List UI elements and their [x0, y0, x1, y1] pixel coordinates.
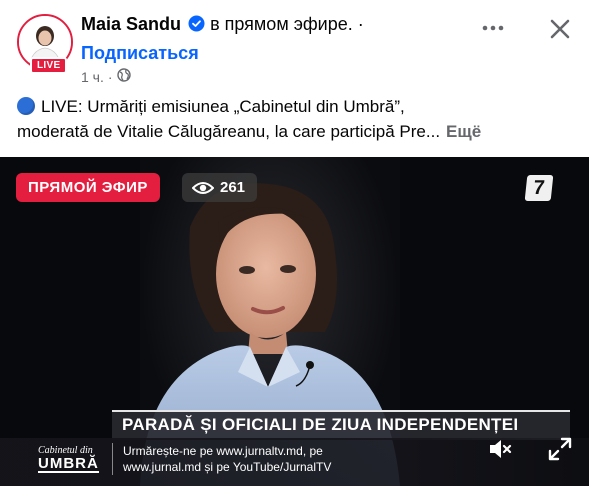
more-options-button[interactable] — [478, 16, 508, 40]
channel-logo: 7 — [524, 175, 554, 201]
separator: · — [357, 14, 364, 34]
fullscreen-icon — [548, 437, 572, 461]
post-meta: 1 ч. · — [81, 68, 131, 85]
show-logo: Cabinetul din UMBRĂ — [38, 445, 99, 473]
live-tag: ПРЯМОЙ ЭФИР — [16, 173, 160, 202]
post-text: LIVE: Urmăriți emisiunea „Cabinetul din … — [17, 94, 577, 144]
name-row: Maia Sandu в прямом эфире. · — [81, 14, 364, 37]
close-button[interactable] — [545, 14, 575, 44]
post-time[interactable]: 1 ч. — [81, 69, 104, 85]
fullscreen-button[interactable] — [546, 435, 574, 463]
ticker-text: Urmărește-ne pe www.jurnaltv.md, pe www.… — [112, 443, 413, 475]
post-text-content-1: LIVE: Urmăriți emisiunea „Cabinetul din … — [41, 97, 405, 116]
verified-badge-icon — [188, 15, 205, 37]
see-more-link[interactable]: Ещё — [446, 122, 481, 141]
headline-text: PARADĂ ȘI OFICIALI DE ZIUA INDEPENDENȚEI — [122, 415, 519, 434]
blue-circle-emoji-icon — [17, 97, 35, 115]
author-name[interactable]: Maia Sandu — [81, 14, 181, 34]
globe-icon — [116, 68, 131, 85]
subscribe-button[interactable]: Подписаться — [81, 43, 199, 64]
viewer-count-value: 261 — [220, 179, 246, 196]
post-header: LIVE Maia Sandu в прямом эфире. · Подпис… — [0, 0, 589, 90]
avatar[interactable]: LIVE — [17, 14, 73, 74]
live-status-text: в прямом эфире. — [210, 14, 353, 34]
meta-dot: · — [107, 68, 113, 85]
show-logo-bottom: UMBRĂ — [38, 455, 99, 473]
close-icon — [550, 19, 570, 39]
speaker-muted-icon — [490, 440, 512, 458]
live-video-player[interactable]: ПРЯМОЙ ЭФИР 261 7 PARADĂ ȘI OFICIALI DE … — [0, 157, 589, 486]
more-horizontal-icon — [482, 25, 504, 31]
ticker-line-1: Urmărește-ne pe www.jurnaltv.md, pe — [123, 444, 323, 458]
mute-button[interactable] — [486, 435, 514, 463]
viewer-count: 261 — [182, 173, 258, 202]
ticker-line-2: www.jurnal.md și pe YouTube/JurnalTV — [123, 460, 332, 474]
eye-icon — [192, 181, 214, 194]
post-text-line-1: LIVE: Urmăriți emisiunea „Cabinetul din … — [17, 94, 577, 119]
post-text-line-2: moderată de Vitalie Călugăreanu, la care… — [17, 119, 577, 144]
live-badge: LIVE — [30, 57, 68, 74]
post-text-content-2: moderată de Vitalie Călugăreanu, la care… — [17, 122, 441, 141]
